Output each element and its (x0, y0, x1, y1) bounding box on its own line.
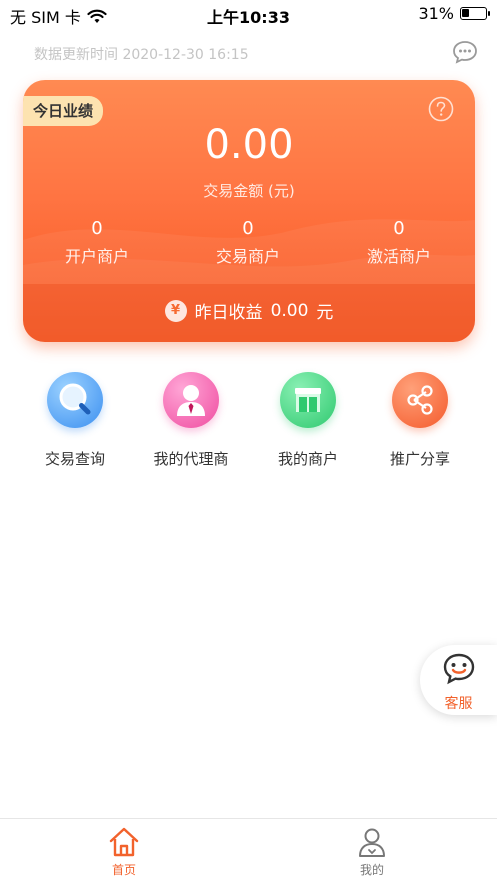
transaction-amount: 0.00 (204, 122, 294, 168)
stat-value: 0 (393, 218, 405, 239)
action-label: 推广分享 (389, 450, 450, 468)
action-icon-bg (392, 372, 448, 428)
customer-service-label: 客服 (444, 696, 473, 712)
tab-mine-label: 我的 (359, 863, 384, 877)
yen-icon: ¥ (164, 299, 187, 322)
battery-group: 31% (418, 4, 490, 23)
battery-icon (460, 7, 490, 20)
action-my-agents[interactable]: 我的代理商 (136, 372, 246, 469)
stat-label: 激活商户 (366, 247, 431, 266)
action-icon-bg (280, 372, 336, 428)
action-label: 交易查询 (44, 450, 105, 468)
tab-home[interactable]: 首页 (84, 825, 164, 878)
action-label: 我的代理商 (153, 450, 229, 468)
smile-chat-icon (443, 653, 475, 685)
shop-icon (295, 388, 321, 412)
tab-home-label: 首页 (111, 863, 136, 877)
transaction-amount-label: 交易金额 (元) (203, 182, 295, 200)
stat-value: 0 (91, 218, 103, 239)
stat-opened-merchants: 0 开户商户 (37, 218, 157, 267)
action-my-merchants[interactable]: 我的商户 (253, 372, 363, 469)
battery-fill (462, 9, 469, 17)
stat-label: 交易商户 (215, 247, 280, 266)
chat-bubble-icon[interactable] (452, 40, 478, 64)
tab-mine[interactable]: 我的 (332, 825, 412, 878)
action-icon-bg (163, 372, 219, 428)
action-icon-bg (47, 372, 103, 428)
yesterday-value: 0.00 (270, 300, 309, 321)
action-promote-share[interactable]: 推广分享 (365, 372, 475, 469)
stat-activated-merchants: 0 激活商户 (339, 218, 459, 267)
update-time-text: 数据更新时间 2020-12-30 16:15 (34, 47, 249, 63)
question-circle-icon[interactable] (428, 96, 454, 122)
yesterday-unit: 元 (316, 303, 334, 323)
stat-value: 0 (242, 218, 254, 239)
home-icon (109, 827, 139, 857)
status-bar: 无 SIM 卡 上午10:33 31% (0, 0, 497, 28)
stat-label: 开户商户 (64, 247, 129, 266)
yesterday-earnings: ¥ 昨日收益 0.00 元 (23, 298, 475, 323)
search-icon (59, 383, 91, 415)
share-icon (407, 385, 433, 415)
performance-card: 今日业绩 0.00 交易金额 (元) 0 开户商户 0 交易商户 0 激活商户 … (23, 80, 475, 342)
stat-trading-merchants: 0 交易商户 (188, 218, 308, 267)
battery-percent: 31% (418, 4, 454, 23)
agent-person-icon (177, 385, 205, 416)
user-icon (359, 828, 385, 857)
action-label: 我的商户 (277, 450, 338, 468)
yesterday-label: 昨日收益 (194, 303, 263, 323)
customer-service-button[interactable]: 客服 (420, 645, 497, 715)
bottom-tab-bar: 首页 我的 (0, 818, 497, 883)
action-transaction-query[interactable]: 交易查询 (20, 372, 130, 469)
